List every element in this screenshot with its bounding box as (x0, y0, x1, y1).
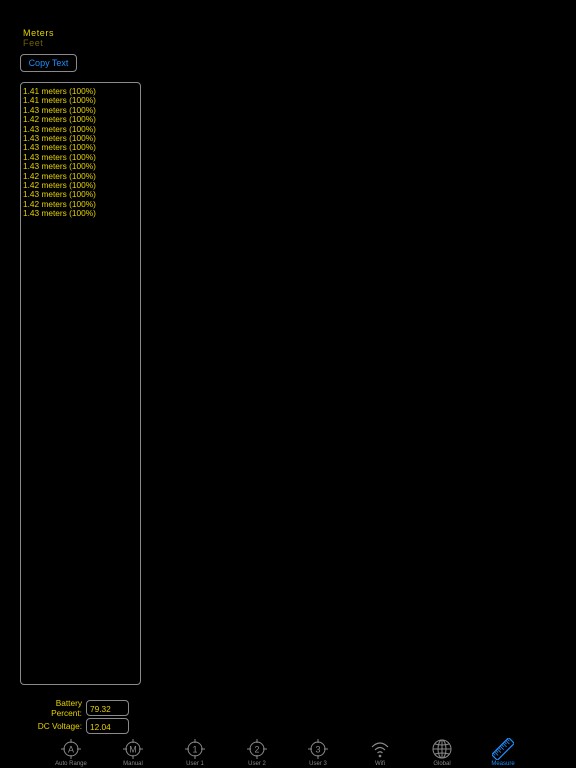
measurement-log[interactable]: 1.41 meters (100%) 1.41 meters (100%) 1.43… (20, 82, 141, 685)
wifi-icon (371, 742, 389, 758)
log-line: 1.43 meters (100%) (23, 208, 96, 219)
tab-label: User 2 (248, 761, 266, 767)
svg-text:2: 2 (254, 745, 259, 755)
svg-text:A: A (68, 745, 74, 755)
tab-user-1[interactable]: 1 User 1 (165, 738, 225, 767)
tab-label: User 3 (309, 761, 327, 767)
unit-picker[interactable]: Meters Feet (23, 28, 54, 48)
tab-label: Wifi (375, 761, 385, 767)
svg-text:1: 1 (192, 745, 197, 755)
user-1-icon: 1 (185, 739, 205, 759)
copy-text-button[interactable]: Copy Text (20, 54, 77, 72)
battery-field[interactable]: 79.32 (86, 700, 129, 716)
ruler-icon (492, 738, 514, 760)
tab-auto-range[interactable]: A Auto Range (41, 738, 101, 767)
user-2-icon: 2 (247, 739, 267, 759)
battery-label: Battery Percent: (51, 698, 82, 718)
tab-label: Global (433, 761, 451, 767)
tab-manual[interactable]: M Manual (103, 738, 163, 767)
tab-label: User 1 (186, 761, 204, 767)
tab-measure[interactable]: Measure (473, 738, 533, 767)
voltage-label: DC Voltage: (37, 721, 82, 731)
manual-icon: M (123, 739, 143, 759)
tab-user-3[interactable]: 3 User 3 (288, 738, 348, 767)
tab-label: Auto Range (55, 761, 87, 767)
voltage-field[interactable]: 12.04 (86, 718, 129, 734)
tab-label: Manual (123, 761, 143, 767)
tab-user-2[interactable]: 2 User 2 (227, 738, 287, 767)
battery-row: Battery Percent: 79.32 (23, 698, 129, 718)
globe-icon (432, 739, 452, 759)
user-3-icon: 3 (308, 739, 328, 759)
voltage-row: DC Voltage: 12.04 (23, 718, 129, 734)
tab-bar: A Auto Range M Manual 1 User 1 2 User 2 3 User 3 W… (0, 736, 576, 768)
tab-global[interactable]: Global (412, 738, 472, 767)
tab-label: Measure (491, 761, 515, 767)
svg-text:3: 3 (315, 745, 320, 755)
unit-option-feet[interactable]: Feet (23, 38, 54, 48)
svg-text:M: M (129, 745, 137, 755)
unit-option-meters[interactable]: Meters (23, 28, 54, 38)
tab-wifi[interactable]: Wifi (350, 738, 410, 767)
auto-range-icon: A (61, 739, 81, 759)
